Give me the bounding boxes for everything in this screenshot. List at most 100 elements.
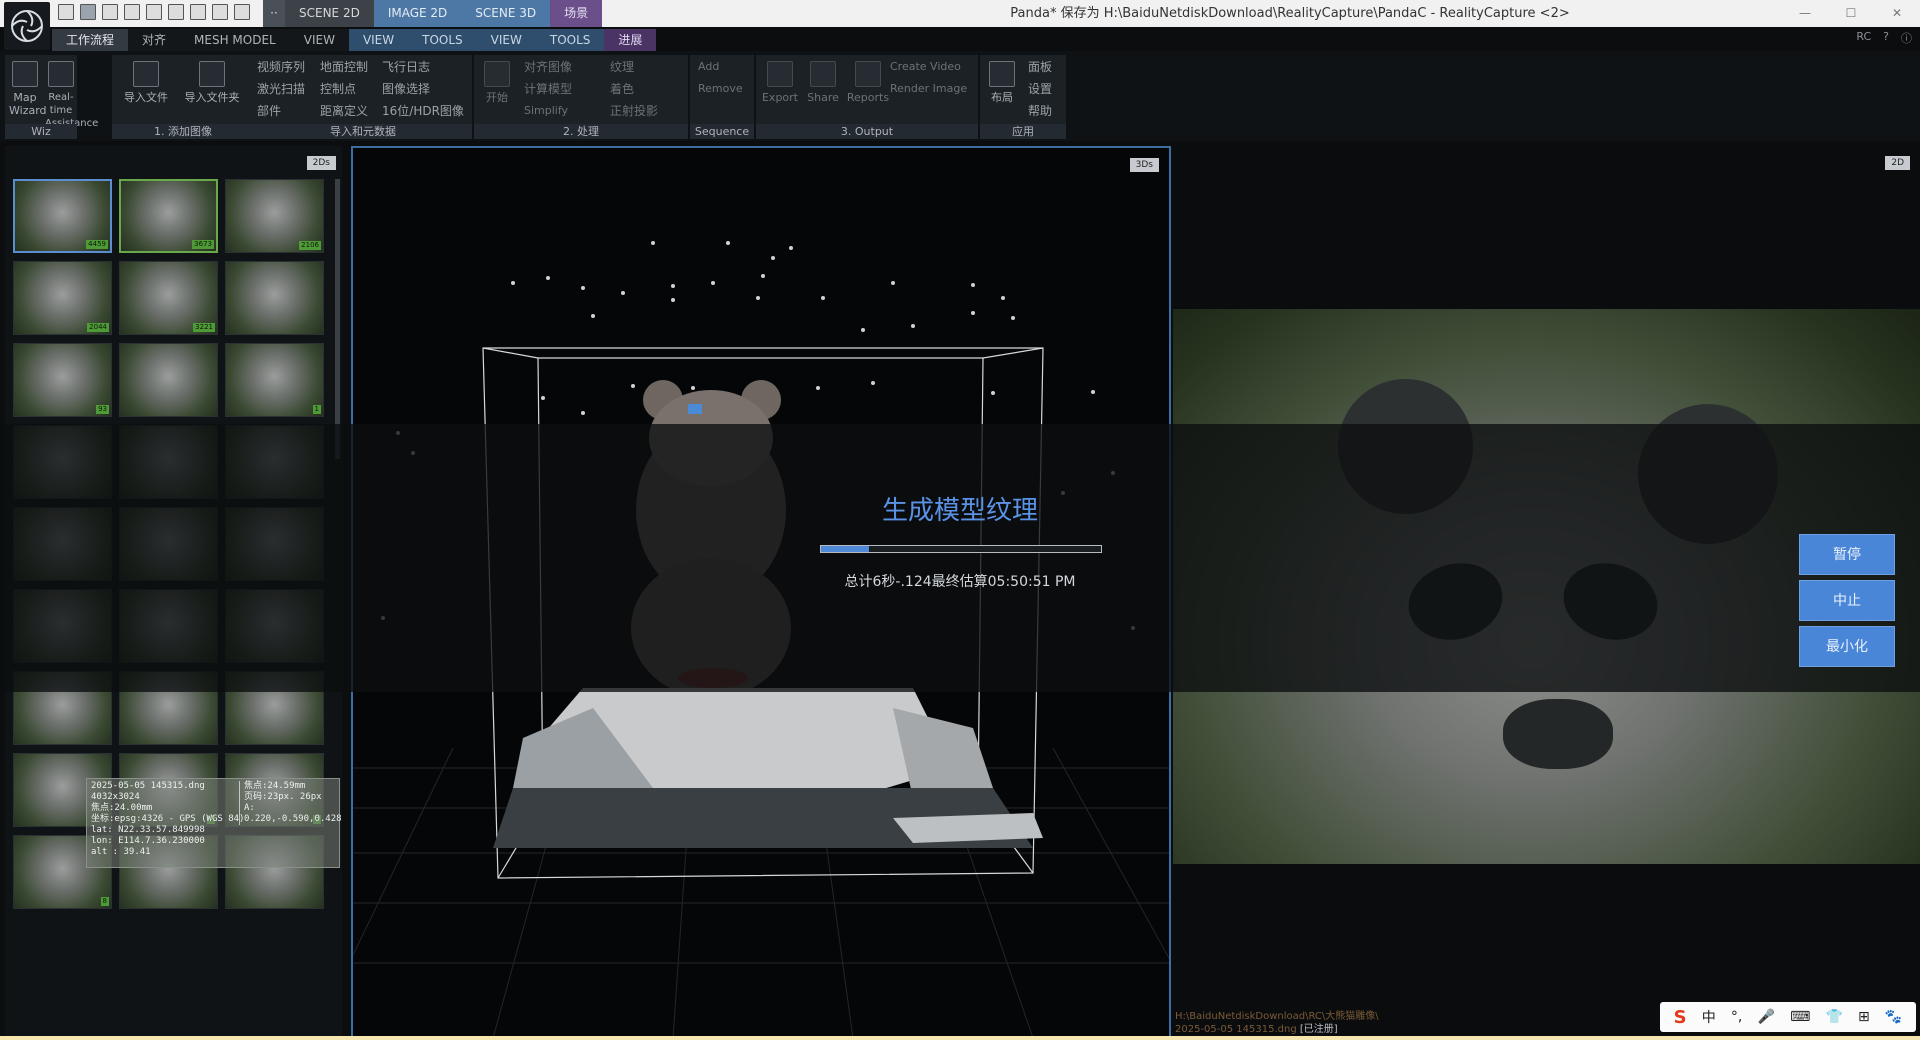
export-label: Export — [761, 91, 798, 104]
pause-button[interactable]: 暂停 — [1799, 534, 1895, 575]
map-wizard-button[interactable]: Map Wizard — [9, 61, 47, 117]
image-thumbnail[interactable]: 2106 — [225, 179, 324, 253]
ortho-projection-button[interactable]: 正射投影 — [610, 103, 658, 119]
tab-mesh-model[interactable]: MESH MODEL — [180, 29, 290, 51]
image-thumbnail[interactable]: 2044 — [13, 261, 112, 335]
view-tabs: ·· SCENE 2D IMAGE 2D SCENE 3D 场景 — [263, 0, 603, 27]
sogou-logo-icon[interactable]: S — [1674, 1007, 1687, 1028]
tab-scene[interactable]: 场景 — [550, 0, 603, 27]
progress-title: 生成模型纹理 — [881, 496, 1038, 526]
image-selection-button[interactable]: 图像选择 — [382, 81, 430, 97]
feature-count-badge: 1 — [312, 405, 321, 414]
keyboard-icon[interactable]: ⌨ — [1790, 1009, 1810, 1025]
export-icon — [767, 61, 793, 87]
realtime-assistance-button[interactable]: Real-time Assistance — [45, 61, 98, 130]
sequence-remove-button[interactable]: Remove — [698, 81, 743, 97]
tab-progress[interactable]: 进展 — [604, 29, 657, 51]
pet-icon[interactable]: 🐾 — [1885, 1009, 1902, 1025]
image-thumbnail[interactable] — [225, 261, 324, 335]
group-label-wiz: Wiz — [5, 124, 77, 139]
thumbnail-scrollbar[interactable] — [335, 179, 340, 459]
skin-icon[interactable]: 👕 — [1825, 1009, 1842, 1025]
image-thumbnail[interactable] — [119, 343, 218, 417]
components-button[interactable]: 部件 — [257, 103, 281, 119]
layout-4-icon[interactable] — [124, 4, 140, 20]
simplify-button[interactable]: Simplify — [524, 103, 568, 119]
close-icon[interactable]: ✕ — [1874, 0, 1920, 27]
minimize-progress-button[interactable]: 最小化 — [1799, 626, 1895, 667]
layout-8-icon[interactable] — [212, 4, 228, 20]
tab-scene-view[interactable]: VIEW — [476, 29, 536, 51]
layout-7-icon[interactable] — [190, 4, 206, 20]
image-thumbnail[interactable]: 4459 — [13, 179, 112, 253]
start-label: 开始 — [486, 91, 508, 104]
tab-workflow[interactable]: 工作流程 — [52, 29, 129, 51]
ime-chinese-mode[interactable]: 中 — [1702, 1007, 1716, 1027]
realitycapture-logo[interactable] — [4, 2, 50, 50]
image-thumbnail[interactable]: 93 — [13, 343, 112, 417]
info-icon[interactable]: ⓘ — [1901, 30, 1912, 46]
help-button[interactable]: 帮助 — [1028, 103, 1052, 119]
video-sequence-button[interactable]: 视频序列 — [257, 59, 305, 75]
meta-lon: lon: E114.7.36.230000 — [91, 836, 205, 846]
tab-image-tools[interactable]: TOOLS — [408, 29, 477, 51]
image-thumbnail[interactable]: 3673 — [119, 179, 218, 253]
ground-control-button[interactable]: 地面控制 — [320, 59, 368, 75]
create-video-button[interactable]: Create Video — [890, 59, 961, 75]
pane-badge-2d[interactable]: 2D — [1885, 156, 1910, 170]
view-tab-options[interactable]: ·· — [263, 0, 285, 27]
image-thumbnail[interactable]: 1 — [225, 343, 324, 417]
calculate-model-button[interactable]: 计算模型 — [524, 81, 572, 97]
flight-log-button[interactable]: 飞行日志 — [382, 59, 430, 75]
import-folder-button[interactable]: 导入文件夹 — [176, 61, 248, 104]
distance-definition-button[interactable]: 距离定义 — [320, 103, 368, 119]
import-files-button[interactable]: 导入文件 — [118, 61, 174, 104]
texture-button[interactable]: 纹理 — [610, 59, 634, 75]
layout-1-icon[interactable] — [58, 4, 74, 20]
window-controls: — ☐ ✕ — [1782, 0, 1920, 27]
group-label-process: 2. 处理 — [474, 124, 688, 139]
registered-status: [已注册] — [1299, 1024, 1338, 1035]
layout-2-icon[interactable] — [80, 4, 96, 20]
layout-3-icon[interactable] — [102, 4, 118, 20]
tab-scene-tools[interactable]: TOOLS — [535, 29, 605, 51]
rc-label[interactable]: RC — [1856, 30, 1871, 46]
pane-badge-2ds[interactable]: 2Ds — [306, 156, 336, 170]
reports-button[interactable]: Reports — [846, 61, 890, 104]
maximize-icon[interactable]: ☐ — [1828, 0, 1874, 27]
toolbox-icon[interactable]: ⊞ — [1858, 1009, 1870, 1025]
abort-button[interactable]: 中止 — [1799, 580, 1895, 621]
start-button[interactable]: 开始 — [480, 61, 514, 104]
share-button[interactable]: Share — [804, 61, 842, 104]
help-icon[interactable]: ? — [1883, 30, 1889, 46]
feature-count-badge: 93 — [96, 405, 109, 414]
laser-scan-button[interactable]: 激光扫描 — [257, 81, 305, 97]
tab-image-view[interactable]: VIEW — [348, 29, 409, 51]
colorize-button[interactable]: 着色 — [610, 81, 634, 97]
tab-image-2d[interactable]: IMAGE 2D — [373, 0, 462, 27]
microphone-icon[interactable]: 🎤 — [1757, 1009, 1774, 1025]
ribbon-group-wiz: Map Wizard Real-time Assistance Wiz — [5, 55, 98, 139]
settings-button[interactable]: 设置 — [1028, 81, 1052, 97]
ribbon-group-process: 开始 对齐图像 纹理 计算模型 着色 Simplify 正射投影 2. 处理 — [474, 55, 688, 139]
tab-view[interactable]: VIEW — [289, 29, 349, 51]
minimize-icon[interactable]: — — [1782, 0, 1828, 27]
align-images-button[interactable]: 对齐图像 — [524, 59, 572, 75]
layout-5-icon[interactable] — [146, 4, 162, 20]
layout-6-icon[interactable] — [168, 4, 184, 20]
control-points-button[interactable]: 控制点 — [320, 81, 356, 97]
hdr-images-button[interactable]: 16位/HDR图像 — [382, 103, 464, 119]
tab-scene-2d[interactable]: SCENE 2D — [285, 0, 374, 27]
image-thumbnail[interactable]: 3221 — [119, 261, 218, 335]
export-button[interactable]: Export — [760, 61, 800, 104]
feature-count-badge: 4459 — [86, 240, 108, 249]
undo-layout-icon[interactable] — [234, 4, 250, 20]
ime-punctuation-icon[interactable]: °, — [1731, 1009, 1742, 1025]
tab-alignment[interactable]: 对齐 — [128, 29, 181, 51]
sequence-add-button[interactable]: Add — [698, 59, 719, 75]
layout-button[interactable]: 布局 — [984, 61, 1020, 104]
tab-scene-3d[interactable]: SCENE 3D — [461, 0, 551, 27]
ribbon-group-apply: 布局 面板 设置 帮助 应用 — [980, 55, 1066, 139]
render-image-button[interactable]: Render Image — [890, 81, 967, 97]
panels-button[interactable]: 面板 — [1028, 59, 1052, 75]
